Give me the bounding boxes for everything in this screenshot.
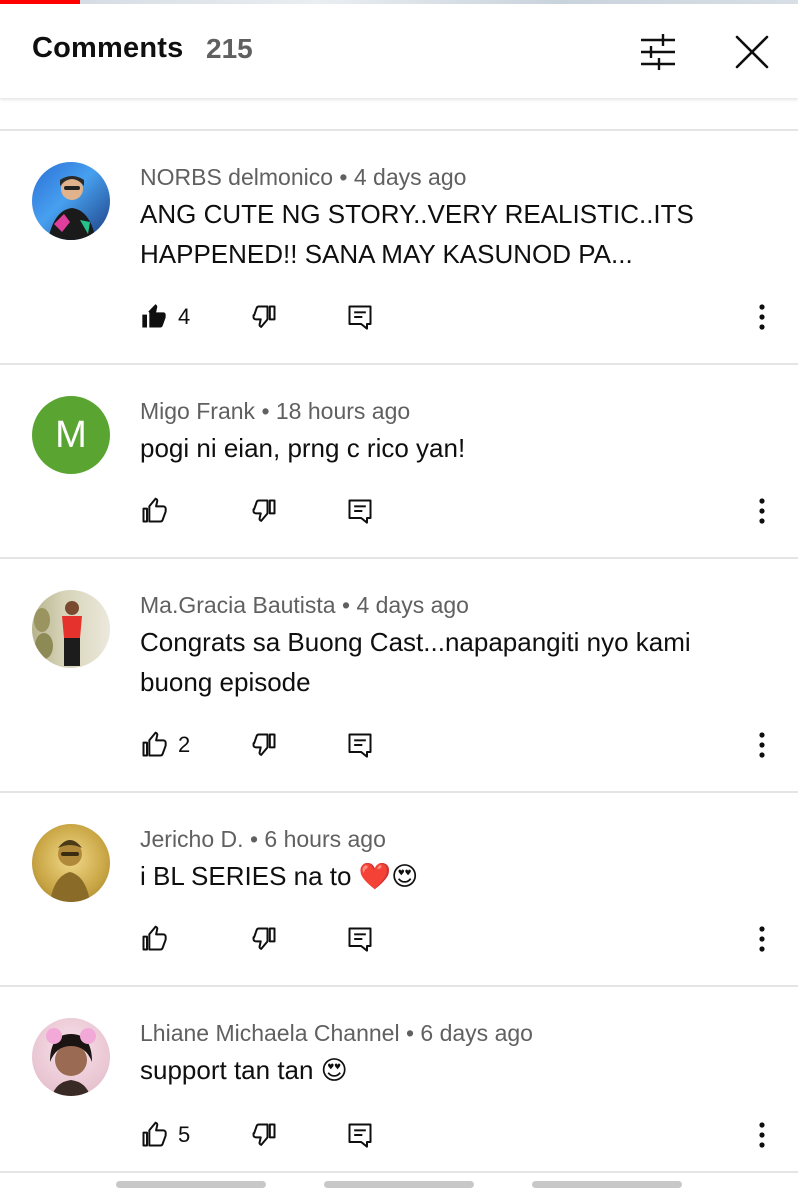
close-icon — [735, 35, 769, 69]
reply-button[interactable] — [346, 725, 374, 765]
more-vertical-icon — [759, 732, 765, 758]
like-count: 4 — [178, 304, 191, 329]
reply-icon — [348, 927, 372, 952]
comment-author[interactable]: Ma.Gracia Bautista — [140, 592, 336, 618]
reply-button[interactable] — [346, 919, 374, 959]
meta-separator: • — [405, 1020, 415, 1046]
dislike-button[interactable] — [250, 725, 278, 765]
more-options-button[interactable] — [748, 725, 776, 765]
comment-meta: Migo Frank • 18 hours ago — [140, 398, 410, 425]
thumb-down-icon — [252, 305, 276, 328]
comment-actions — [0, 919, 798, 959]
filter-button[interactable] — [634, 28, 682, 76]
comment-actions: 2 — [0, 725, 798, 765]
comment-meta: Ma.Gracia Bautista • 4 days ago — [140, 592, 469, 619]
thumb-up-icon — [142, 925, 167, 951]
like-button[interactable] — [140, 919, 178, 959]
avatar[interactable]: M — [32, 396, 110, 474]
reply-icon — [348, 1123, 372, 1148]
dislike-button[interactable] — [250, 1115, 278, 1155]
meta-separator: • — [249, 826, 258, 852]
reply-button[interactable] — [346, 491, 374, 531]
dislike-button[interactable] — [250, 297, 278, 337]
comment-text: ANG CUTE NG STORY..VERY REALISTIC..ITS H… — [140, 199, 694, 269]
comment-text: pogi ni eian, prng c rico yan! — [140, 433, 466, 463]
comment-item: NORBS delmonico • 4 days ago ANG CUTE NG… — [0, 131, 798, 363]
comment-author[interactable]: Lhiane Michaela Channel — [140, 1020, 400, 1046]
more-options-button[interactable] — [748, 297, 776, 337]
thumb-down-icon — [252, 927, 276, 950]
more-vertical-icon — [759, 304, 765, 330]
meta-separator: • — [341, 592, 351, 618]
comments-count: 215 — [206, 33, 253, 64]
comment-item: Jericho D. • 6 hours ago i BL SERIES na … — [0, 793, 798, 985]
comment-text: Congrats sa Buong Cast...napapangiti nyo… — [140, 627, 691, 697]
thumb-down-icon — [252, 733, 276, 756]
nav-handle — [116, 1181, 266, 1188]
comment-time: 4 days ago — [356, 592, 469, 618]
nav-handle — [532, 1181, 682, 1188]
meta-separator: • — [261, 398, 270, 424]
comment-text: support tan tan 😍 — [140, 1055, 348, 1085]
comments-title: Comments — [32, 32, 184, 64]
more-vertical-icon — [759, 498, 765, 524]
like-button[interactable]: 5 — [140, 1115, 190, 1155]
thumb-up-icon — [142, 1121, 167, 1147]
avatar[interactable] — [32, 590, 110, 668]
reply-button[interactable] — [346, 297, 374, 337]
comment-time: 4 days ago — [353, 164, 467, 190]
thumb-up-icon — [142, 304, 166, 328]
thumb-up-icon — [142, 497, 167, 523]
thumb-up-icon — [142, 731, 167, 757]
thumb-down-icon — [252, 499, 276, 522]
like-button[interactable] — [140, 491, 178, 531]
comment-item: Ma.Gracia Bautista • 4 days ago Congrats… — [0, 559, 798, 791]
divider — [0, 1171, 798, 1173]
more-vertical-icon — [759, 1122, 765, 1148]
comment-author[interactable]: Migo Frank — [140, 398, 255, 424]
comment-text: i BL SERIES na to ❤️😍 — [140, 861, 419, 891]
nav-handle — [324, 1181, 474, 1188]
comment-time: 6 days ago — [420, 1020, 533, 1046]
more-options-button[interactable] — [748, 919, 776, 959]
avatar[interactable] — [32, 824, 110, 902]
comment-actions: 4 — [0, 297, 798, 337]
comment-author[interactable]: Jericho D. — [140, 826, 244, 852]
close-button[interactable] — [728, 28, 776, 76]
comment-meta: Jericho D. • 6 hours ago — [140, 826, 386, 853]
avatar-letter: M — [55, 413, 87, 456]
more-options-button[interactable] — [748, 1115, 776, 1155]
avatar[interactable] — [32, 1018, 110, 1096]
dislike-button[interactable] — [250, 491, 278, 531]
meta-separator: • — [339, 164, 348, 190]
reply-icon — [348, 499, 372, 524]
comment-item: M Migo Frank • 18 hours ago pogi ni eian… — [0, 365, 798, 557]
comment-item: Lhiane Michaela Channel • 6 days ago sup… — [0, 987, 798, 1171]
dislike-button[interactable] — [250, 919, 278, 959]
like-count: 2 — [178, 732, 191, 757]
comment-meta: Lhiane Michaela Channel • 6 days ago — [140, 1020, 533, 1047]
reply-button[interactable] — [346, 1115, 374, 1155]
comments-header: Comments 215 — [0, 4, 798, 98]
like-button[interactable]: 2 — [140, 725, 190, 765]
comment-meta: NORBS delmonico • 4 days ago — [140, 164, 466, 191]
more-vertical-icon — [759, 926, 765, 952]
like-count: 5 — [178, 1122, 191, 1147]
like-button[interactable]: 4 — [140, 297, 190, 337]
comment-actions — [0, 491, 798, 531]
comment-time: 18 hours ago — [275, 398, 411, 424]
avatar[interactable] — [32, 162, 110, 240]
filter-sliders-icon — [641, 34, 675, 70]
more-options-button[interactable] — [748, 491, 776, 531]
thumb-down-icon — [252, 1123, 276, 1146]
comment-actions: 5 — [0, 1115, 798, 1155]
reply-icon — [348, 305, 372, 330]
comment-time: 6 hours ago — [264, 826, 386, 852]
comment-author[interactable]: NORBS delmonico — [140, 164, 333, 190]
reply-icon — [348, 733, 372, 758]
